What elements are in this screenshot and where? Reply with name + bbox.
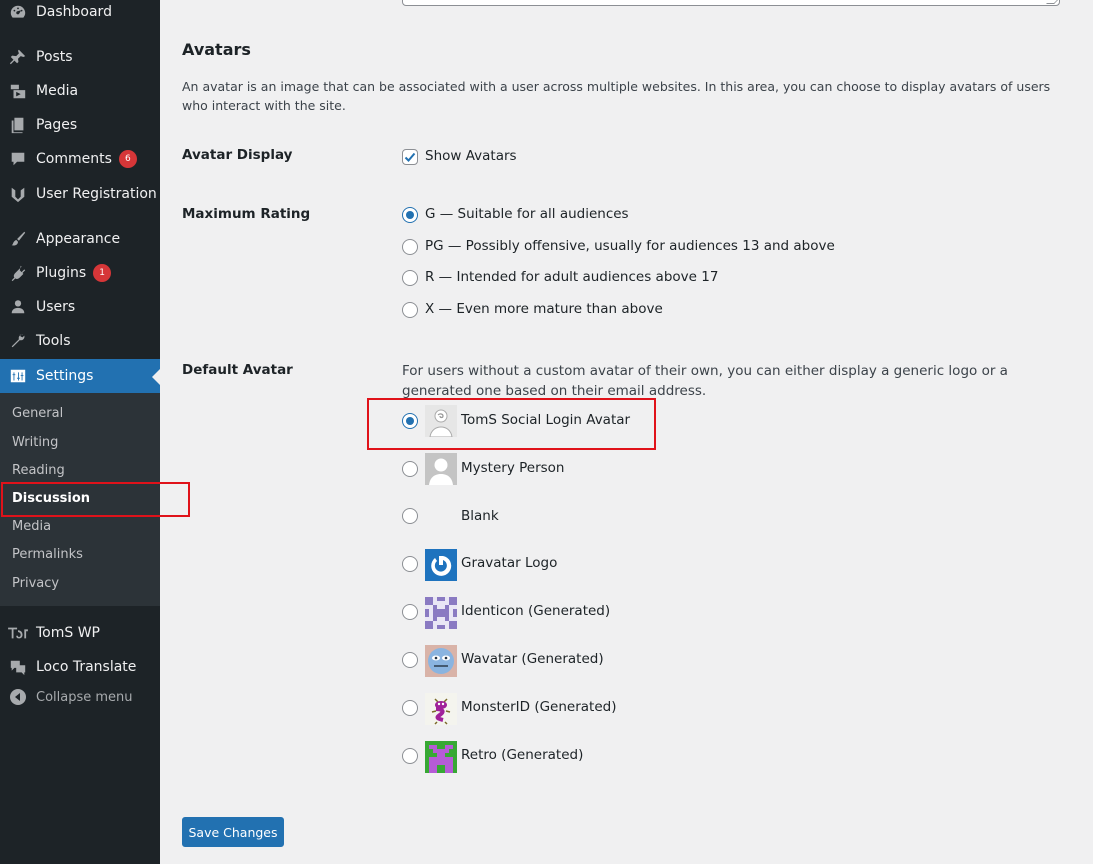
retro-icon xyxy=(425,741,457,773)
toms-logo-icon xyxy=(0,624,36,642)
menu-appearance[interactable]: Appearance xyxy=(0,222,160,256)
menu-label: Media xyxy=(36,83,79,99)
avatar-blank-radio[interactable] xyxy=(402,508,418,524)
avatars-heading: Avatars xyxy=(182,40,251,59)
rating-r-label: R — Intended for adult audiences above 1… xyxy=(425,269,719,285)
default-avatar-label: Default Avatar xyxy=(182,362,293,378)
blank-avatar xyxy=(425,500,457,532)
rating-x-label: X — Even more mature than above xyxy=(425,301,663,317)
mystery-person-icon xyxy=(425,453,457,485)
submenu-permalinks[interactable]: Permalinks xyxy=(12,547,83,562)
menu-pages[interactable]: Pages xyxy=(0,108,160,142)
menu-toms-wp[interactable]: TomS WP xyxy=(0,616,160,650)
textarea-bottom-edge[interactable] xyxy=(402,0,1060,6)
dashboard-icon xyxy=(0,3,36,21)
avatar-display-label: Avatar Display xyxy=(182,147,293,163)
identicon-icon xyxy=(425,597,457,629)
plugin-icon xyxy=(0,264,36,282)
wavatar-icon xyxy=(425,645,457,677)
toms-avatar-highlight-box xyxy=(367,398,656,450)
save-changes-button[interactable]: Save Changes xyxy=(182,817,284,847)
plugins-count-badge: 1 xyxy=(93,264,112,282)
rating-g-radio[interactable] xyxy=(402,207,418,223)
show-avatars-label: Show Avatars xyxy=(425,148,517,164)
rating-pg-radio[interactable] xyxy=(402,239,418,255)
loco-icon xyxy=(0,658,36,676)
menu-label: Posts xyxy=(36,49,73,65)
submenu-media[interactable]: Media xyxy=(12,519,51,534)
menu-label: Comments xyxy=(36,151,112,167)
menu-label: Loco Translate xyxy=(36,659,137,675)
default-avatar-description: For users without a custom avatar of the… xyxy=(402,363,1008,399)
avatar-wavatar-label: Wavatar (Generated) xyxy=(461,651,604,667)
admin-sidebar: Dashboard Posts Media Pages Comments 6 U… xyxy=(0,0,160,864)
menu-settings[interactable]: Settings xyxy=(0,359,160,393)
menu-label: User Registration xyxy=(36,186,157,202)
avatar-retro-radio[interactable] xyxy=(402,748,418,764)
show-avatars-checkbox[interactable] xyxy=(402,149,418,165)
monsterid-icon xyxy=(425,693,457,725)
resize-grip-icon[interactable] xyxy=(1046,0,1060,4)
avatar-gravatar-label: Gravatar Logo xyxy=(461,555,558,571)
comments-count-badge: 6 xyxy=(118,150,137,168)
avatar-mystery-radio[interactable] xyxy=(402,461,418,477)
pages-icon xyxy=(0,116,36,134)
avatar-blank-label: Blank xyxy=(461,508,499,524)
gravatar-logo-icon xyxy=(425,549,457,581)
comments-icon xyxy=(0,150,36,168)
rating-pg-label: PG — Possibly offensive, usually for aud… xyxy=(425,238,835,254)
maximum-rating-label: Maximum Rating xyxy=(182,206,311,222)
rating-g-label: G — Suitable for all audiences xyxy=(425,206,629,222)
menu-users[interactable]: Users xyxy=(0,290,160,324)
rating-r-radio[interactable] xyxy=(402,270,418,286)
avatar-identicon-radio[interactable] xyxy=(402,604,418,620)
menu-user-registration[interactable]: User Registration xyxy=(0,177,160,211)
menu-label: Settings xyxy=(36,368,94,384)
checkmark-icon xyxy=(404,152,416,162)
menu-posts[interactable]: Posts xyxy=(0,40,160,74)
avatars-description: An avatar is an image that can be associ… xyxy=(182,79,1051,113)
submenu-privacy[interactable]: Privacy xyxy=(12,576,59,591)
menu-comments[interactable]: Comments 6 xyxy=(0,142,160,176)
menu-label: Plugins xyxy=(36,265,87,281)
menu-label: Pages xyxy=(36,117,78,133)
menu-dashboard[interactable]: Dashboard xyxy=(0,0,160,29)
menu-label: Tools xyxy=(36,333,71,349)
menu-label: Users xyxy=(36,299,76,315)
menu-media[interactable]: Media xyxy=(0,74,160,108)
collapse-arrow-icon xyxy=(0,689,36,705)
media-icon xyxy=(0,82,36,100)
avatar-monsterid-label: MonsterID (Generated) xyxy=(461,699,617,715)
avatar-monsterid-radio[interactable] xyxy=(402,700,418,716)
menu-label: Dashboard xyxy=(36,4,112,20)
avatar-retro-label: Retro (Generated) xyxy=(461,747,584,763)
pin-icon xyxy=(0,48,36,66)
menu-plugins[interactable]: Plugins 1 xyxy=(0,256,160,290)
collapse-menu-button[interactable]: Collapse menu xyxy=(0,689,133,705)
collapse-menu-label: Collapse menu xyxy=(36,689,133,705)
avatar-wavatar-radio[interactable] xyxy=(402,652,418,668)
submenu-writing[interactable]: Writing xyxy=(12,435,58,450)
avatar-gravatar-radio[interactable] xyxy=(402,556,418,572)
settings-icon xyxy=(0,367,36,385)
submenu-reading[interactable]: Reading xyxy=(12,463,65,478)
brush-icon xyxy=(0,230,36,248)
menu-label: Appearance xyxy=(36,231,121,247)
avatar-identicon-label: Identicon (Generated) xyxy=(461,603,611,619)
users-icon xyxy=(0,298,36,316)
menu-loco-translate[interactable]: Loco Translate xyxy=(0,650,160,684)
menu-tools[interactable]: Tools xyxy=(0,324,160,358)
avatar-mystery-label: Mystery Person xyxy=(461,460,565,476)
rating-x-radio[interactable] xyxy=(402,302,418,318)
main-content: Avatars An avatar is an image that can b… xyxy=(160,0,1093,864)
wrench-icon xyxy=(0,332,36,350)
user-registration-icon xyxy=(0,185,36,203)
submenu-general[interactable]: General xyxy=(12,406,63,421)
menu-label: TomS WP xyxy=(36,625,100,641)
